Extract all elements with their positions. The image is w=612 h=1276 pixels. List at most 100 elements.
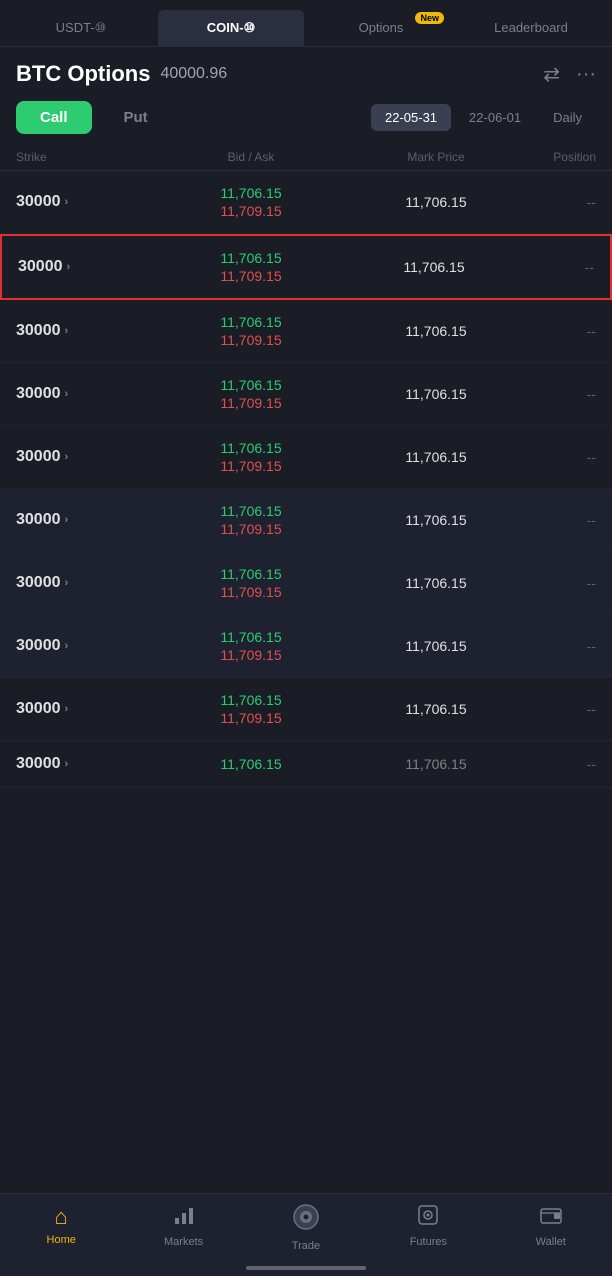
table-row[interactable]: 30000 › 11,706.15 11,709.15 11,706.15 --: [0, 300, 612, 363]
bid-ask-cell: 11,706.15 11,709.15: [136, 314, 366, 348]
position-cell: --: [506, 756, 596, 772]
bid-price: 11,706.15: [220, 692, 281, 708]
ask-price: 11,709.15: [220, 268, 281, 284]
call-tab[interactable]: Call: [16, 101, 92, 134]
markets-label: Markets: [164, 1236, 203, 1248]
strike-cell: 30000 ›: [16, 574, 136, 592]
strike-cell: 30000 ›: [16, 448, 136, 466]
strike-arrow-icon: ›: [65, 703, 69, 715]
nav-tab-usdt[interactable]: USDT-⑩: [8, 10, 154, 46]
position-cell: --: [506, 638, 596, 654]
mark-price-cell: 11,706.15: [364, 259, 504, 275]
mark-price-cell: 11,706.15: [366, 638, 506, 654]
home-label: Home: [47, 1234, 76, 1246]
futures-icon: [417, 1204, 439, 1232]
more-options-icon[interactable]: ···: [576, 63, 596, 86]
bottom-nav-markets[interactable]: Markets: [154, 1204, 214, 1252]
position-col-header: Position: [506, 150, 596, 164]
bid-ask-cell: 11,706.15 11,709.15: [138, 250, 364, 284]
strike-cell: 30000 ›: [18, 258, 138, 276]
strike-cell: 30000 ›: [16, 322, 136, 340]
mark-price-col-header: Mark Price: [366, 150, 506, 164]
futures-label: Futures: [410, 1236, 447, 1248]
strike-arrow-icon: ›: [65, 451, 69, 463]
strike-cell: 30000 ›: [16, 637, 136, 655]
strike-cell: 30000 ›: [16, 755, 136, 773]
nav-tab-coin[interactable]: COIN-⑩: [158, 10, 304, 46]
strike-arrow-icon: ›: [65, 325, 69, 337]
transfer-icon[interactable]: ⇄: [543, 62, 560, 87]
bid-price: 11,706.15: [220, 377, 281, 393]
bid-price: 11,706.15: [220, 185, 281, 201]
bottom-nav-wallet[interactable]: Wallet: [521, 1204, 581, 1252]
bid-price: 11,706.15: [220, 756, 281, 772]
mark-price-cell: 11,706.15: [366, 449, 506, 465]
bid-ask-cell: 11,706.15: [136, 756, 366, 772]
ask-price: 11,709.15: [220, 203, 281, 219]
option-type-tabs: Call Put 22-05-31 22-06-01 Daily: [0, 95, 612, 140]
bid-price: 11,706.15: [220, 566, 281, 582]
table-row-partial[interactable]: 30000 › 11,706.15 11,706.15 --: [0, 741, 612, 788]
strike-arrow-icon: ›: [65, 758, 69, 770]
date-tabs: 22-05-31 22-06-01 Daily: [371, 104, 596, 131]
page-title: BTC Options: [16, 61, 150, 87]
mark-price-cell: 11,706.15: [366, 386, 506, 402]
mark-price-cell: 11,706.15: [366, 194, 506, 210]
wallet-icon: [540, 1204, 562, 1232]
nav-tab-options[interactable]: New Options: [308, 10, 454, 46]
ask-price: 11,709.15: [220, 584, 281, 600]
bid-ask-cell: 11,706.15 11,709.15: [136, 440, 366, 474]
table-row[interactable]: 30000 › 11,706.15 11,709.15 11,706.15 --: [0, 678, 612, 741]
nav-tab-leaderboard[interactable]: Leaderboard: [458, 10, 604, 46]
top-nav: USDT-⑩ COIN-⑩ New Options Leaderboard: [0, 0, 612, 47]
mark-price-cell: 11,706.15: [366, 756, 506, 772]
ask-price: 11,709.15: [220, 458, 281, 474]
mark-price-cell: 11,706.15: [366, 323, 506, 339]
bottom-nav: ⌂ Home Markets Trade: [0, 1193, 612, 1276]
bid-price: 11,706.15: [220, 250, 281, 266]
bid-ask-cell: 11,706.15 11,709.15: [136, 692, 366, 726]
home-indicator: [246, 1266, 366, 1270]
bid-ask-cell: 11,706.15 11,709.15: [136, 377, 366, 411]
page-header: BTC Options 40000.96 ⇄ ···: [0, 47, 612, 95]
bid-ask-col-header: Bid / Ask: [136, 150, 366, 164]
position-cell: --: [506, 701, 596, 717]
trade-label: Trade: [292, 1240, 320, 1252]
bid-ask-cell: 11,706.15 11,709.15: [136, 566, 366, 600]
table-row[interactable]: 30000 › 11,706.15 11,709.15 11,706.15 --: [0, 615, 612, 678]
strike-arrow-icon: ›: [65, 640, 69, 652]
wallet-label: Wallet: [536, 1236, 566, 1248]
strike-arrow-icon: ›: [65, 196, 69, 208]
table-row[interactable]: 30000 › 11,706.15 11,709.15 11,706.15 --: [0, 489, 612, 552]
bottom-nav-home[interactable]: ⌂ Home: [31, 1204, 91, 1252]
new-badge: New: [415, 12, 444, 24]
date-tab-2[interactable]: Daily: [539, 104, 596, 131]
bid-price: 11,706.15: [220, 629, 281, 645]
bottom-nav-futures[interactable]: Futures: [398, 1204, 458, 1252]
put-tab[interactable]: Put: [100, 101, 172, 134]
mark-price-cell: 11,706.15: [366, 575, 506, 591]
bid-price: 11,706.15: [220, 503, 281, 519]
ask-price: 11,709.15: [220, 332, 281, 348]
table-row[interactable]: 30000 › 11,706.15 11,709.15 11,706.15 --: [0, 426, 612, 489]
bid-price: 11,706.15: [220, 440, 281, 456]
date-tab-0[interactable]: 22-05-31: [371, 104, 451, 131]
position-cell: --: [506, 323, 596, 339]
home-icon: ⌂: [55, 1204, 68, 1230]
position-cell: --: [506, 449, 596, 465]
ask-price: 11,709.15: [220, 521, 281, 537]
strike-arrow-icon: ›: [65, 388, 69, 400]
strike-arrow-icon: ›: [65, 514, 69, 526]
table-row[interactable]: 30000 › 11,706.15 11,709.15 11,706.15 --: [0, 171, 612, 234]
position-cell: --: [506, 386, 596, 402]
table-row[interactable]: 30000 › 11,706.15 11,709.15 11,706.15 --: [0, 363, 612, 426]
bottom-nav-trade[interactable]: Trade: [276, 1204, 336, 1252]
table-row[interactable]: 30000 › 11,706.15 11,709.15 11,706.15 --: [0, 552, 612, 615]
date-tab-1[interactable]: 22-06-01: [455, 104, 535, 131]
column-headers: Strike Bid / Ask Mark Price Position: [0, 144, 612, 171]
bid-ask-cell: 11,706.15 11,709.15: [136, 503, 366, 537]
markets-icon: [173, 1204, 195, 1232]
strike-arrow-icon: ›: [67, 261, 71, 273]
mark-price-cell: 11,706.15: [366, 701, 506, 717]
table-row[interactable]: 30000 › 11,706.15 11,709.15 11,706.15 --: [0, 234, 612, 300]
